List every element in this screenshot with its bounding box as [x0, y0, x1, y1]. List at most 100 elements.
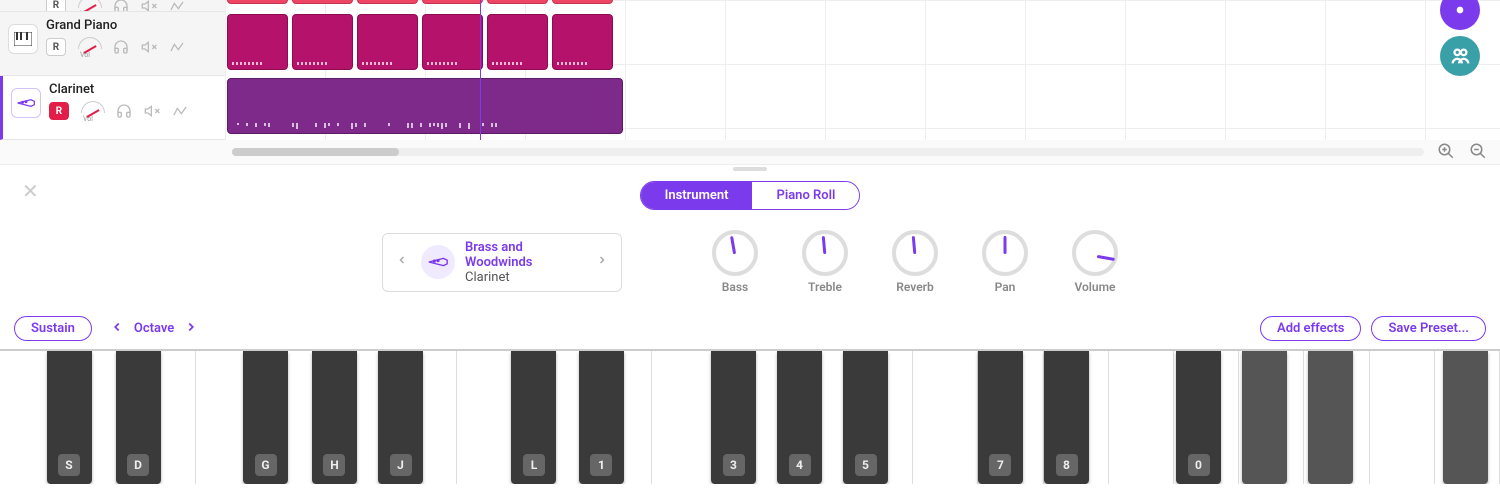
audio-clip[interactable] [292, 0, 353, 4]
keycap-label: 8 [1056, 454, 1078, 476]
audio-clip[interactable] [227, 14, 288, 70]
black-key[interactable]: 7 [978, 351, 1023, 484]
headphones-icon[interactable] [112, 38, 130, 56]
volume-knob[interactable]: Vol [79, 101, 105, 121]
volume-knob[interactable]: Vol [76, 0, 102, 12]
pan-knob[interactable] [982, 230, 1028, 276]
instrument-icon [421, 245, 455, 279]
tracks-panel: R Vol Grand Piano R Vol [0, 0, 225, 140]
tab-piano-roll[interactable]: Piano Roll [752, 182, 859, 209]
piano-keyboard[interactable]: SD G H J L 1 34 5 7 8 0 [0, 349, 1500, 484]
bass-knob[interactable] [712, 230, 758, 276]
timeline-scrollbar[interactable] [232, 148, 1424, 156]
keycap-label: J [390, 454, 412, 476]
black-key[interactable] [1443, 351, 1488, 484]
volume-knob[interactable] [1072, 230, 1118, 276]
record-button[interactable]: R [46, 0, 66, 12]
audio-clip[interactable] [552, 14, 613, 70]
audio-clip[interactable] [357, 0, 418, 4]
audio-clip[interactable] [487, 0, 548, 4]
octave-down-icon[interactable] [110, 320, 124, 338]
track-row[interactable]: Grand Piano R Vol [0, 12, 225, 76]
octave-label: Octave [134, 321, 174, 336]
knob-label: Reverb [896, 280, 933, 294]
track-name: Grand Piano [46, 18, 217, 33]
knob-label: Pan [995, 280, 1016, 294]
black-key[interactable]: S [47, 351, 92, 484]
view-tabs: Instrument Piano Roll [0, 173, 1500, 218]
black-key[interactable]: 1 [579, 351, 624, 484]
clarinet-icon [11, 88, 41, 118]
next-instrument-icon[interactable] [593, 254, 611, 270]
audio-clip[interactable] [422, 0, 483, 4]
tab-instrument[interactable]: Instrument [641, 182, 753, 209]
mute-icon[interactable] [143, 102, 161, 120]
prev-instrument-icon[interactable] [393, 254, 411, 270]
black-key[interactable]: 8 [1044, 351, 1089, 484]
volume-knob[interactable]: Vol [76, 37, 102, 57]
reverb-knob[interactable] [892, 230, 938, 276]
instrument-name: Clarinet [465, 270, 583, 285]
audio-clip[interactable] [357, 14, 418, 70]
white-key[interactable] [1370, 351, 1435, 484]
white-key[interactable] [913, 351, 978, 484]
keycap-label: G [255, 454, 277, 476]
record-button-active[interactable]: R [49, 102, 69, 120]
collab-floating-button[interactable] [1440, 36, 1480, 76]
knob-label: Volume [1074, 280, 1115, 294]
clip-row [227, 0, 613, 4]
black-key[interactable]: 0 [1176, 351, 1221, 484]
headphones-icon[interactable] [112, 0, 130, 12]
instrument-category: Brass and Woodwinds [465, 240, 583, 270]
black-key[interactable]: H [312, 351, 357, 484]
black-key[interactable]: G [243, 351, 288, 484]
black-key[interactable] [1308, 351, 1353, 484]
audio-clip[interactable] [227, 0, 288, 4]
black-key[interactable]: 5 [843, 351, 888, 484]
white-key[interactable] [652, 351, 717, 484]
keycap-label: L [523, 454, 545, 476]
black-key[interactable] [1242, 351, 1287, 484]
octave-up-icon[interactable] [184, 320, 198, 338]
black-key[interactable]: D [116, 351, 161, 484]
track-row-selected[interactable]: Clarinet R Vol [0, 76, 225, 140]
add-effects-button[interactable]: Add effects [1260, 316, 1361, 341]
zoom-in-icon[interactable] [1436, 142, 1456, 162]
keycap-label: 0 [1188, 454, 1210, 476]
octave-control: Octave [110, 320, 198, 338]
treble-knob[interactable] [802, 230, 848, 276]
black-key[interactable]: 3 [711, 351, 756, 484]
track-row[interactable]: R Vol [0, 0, 225, 12]
scroll-thumb[interactable] [232, 148, 399, 156]
instrument-selector[interactable]: Brass and Woodwinds Clarinet [382, 233, 622, 292]
drag-handle[interactable] [733, 167, 767, 171]
save-preset-button[interactable]: Save Preset... [1371, 316, 1486, 341]
controls-row: Sustain Octave Add effects Save Preset..… [0, 312, 1500, 349]
automation-icon[interactable] [168, 38, 186, 56]
black-key[interactable]: J [378, 351, 423, 484]
keycap-label: 5 [855, 454, 877, 476]
black-key[interactable]: L [511, 351, 556, 484]
mute-icon[interactable] [140, 38, 158, 56]
automation-icon[interactable] [168, 0, 186, 12]
automation-icon[interactable] [171, 102, 189, 120]
clip-row [227, 14, 613, 70]
zoom-out-icon[interactable] [1468, 142, 1488, 162]
playhead[interactable] [480, 0, 481, 140]
knobs-group: Bass Treble Reverb Pan Volume [712, 230, 1118, 294]
keycap-label: 1 [590, 454, 612, 476]
audio-clip[interactable] [292, 14, 353, 70]
audio-clip[interactable] [487, 14, 548, 70]
record-button[interactable]: R [46, 38, 66, 56]
mute-icon[interactable] [140, 0, 158, 12]
audio-clip[interactable] [552, 0, 613, 4]
sustain-button[interactable]: Sustain [14, 316, 92, 341]
close-icon[interactable]: ✕ [22, 179, 39, 203]
black-key[interactable]: 4 [777, 351, 822, 484]
audio-clip[interactable] [227, 78, 623, 134]
audio-clip[interactable] [422, 14, 483, 70]
timeline[interactable] [225, 0, 1500, 140]
white-key[interactable] [1109, 351, 1174, 484]
headphones-icon[interactable] [115, 102, 133, 120]
clip-row [227, 78, 623, 134]
